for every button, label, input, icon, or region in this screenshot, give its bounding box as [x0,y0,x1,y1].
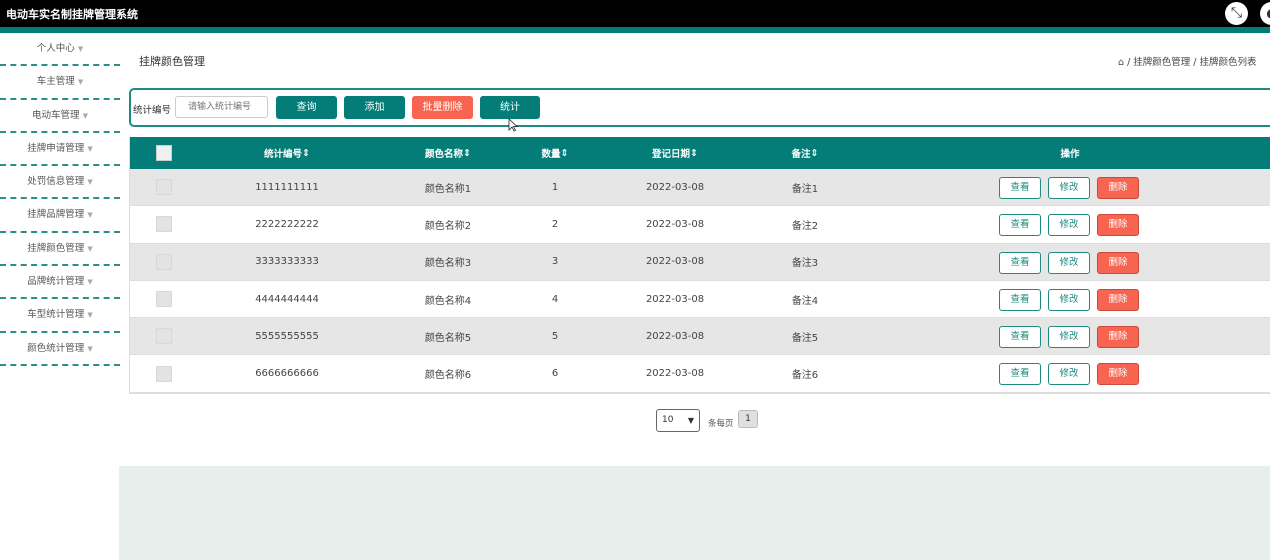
header-accent-strip [0,27,1270,33]
edit-button[interactable]: 修改 [1048,288,1090,311]
row-checkbox[interactable] [156,365,172,382]
add-button[interactable]: 添加 [344,96,405,119]
table-row: 3333333333 颜色名称3 3 2022-03-08 备注3 查看 修改 … [130,243,1270,281]
view-button[interactable]: 查看 [999,363,1041,386]
delete-button[interactable]: 删除 [1097,288,1139,311]
chevron-down-icon: ▼ [77,45,84,53]
chevron-down-icon: ▼ [87,144,93,153]
data-table: 统计编号 ⇕ 颜色名称 ⇕ 数量 ⇕ 登记日期 ⇕ 备注 ⇕ 操作 1111111111 … [129,137,1270,394]
edit-button[interactable]: 修改 [1048,214,1090,237]
delete-button[interactable]: 删除 [1097,177,1139,199]
chevron-down-icon: ▼ [87,344,93,353]
batch-delete-button[interactable]: 批量删除 [412,96,473,119]
edit-button[interactable]: 修改 [1048,363,1090,386]
view-button[interactable]: 查看 [999,251,1041,274]
row-checkbox[interactable] [156,328,172,345]
chevron-down-icon: ▼ [82,111,88,120]
breadcrumb-path: / 挂牌颜色管理 / 挂牌颜色列表 [1127,57,1257,68]
chevron-down-icon: ▼ [87,211,93,220]
page-title: 挂牌颜色管理 [139,55,205,68]
sort-icon: ⇕ [560,147,569,159]
chevron-down-icon: ▼ [87,311,93,320]
sidebar-item-plate-brands[interactable]: 挂牌品牌管理 ▼ [0,199,120,233]
delete-button[interactable]: 删除 [1097,214,1139,237]
sidebar-item-plate-applications[interactable]: 挂牌申请管理 ▼ [0,133,120,167]
search-input[interactable] [175,96,268,118]
select-all-checkbox[interactable] [156,145,172,161]
sidebar: 个人中心 ▼ 车主管理 ▼ 电动车管理 ▼ 挂牌申请管理 ▼ 处罚信息管理 ▼ 挂牌品牌管… [0,33,120,366]
column-header-id[interactable]: 统计编号 ⇕ [237,137,337,169]
sidebar-item-color-stats[interactable]: 颜色统计管理 ▼ [0,333,120,366]
table-row: 2222222222 颜色名称2 2 2022-03-08 备注2 查看 修改 … [130,206,1270,244]
row-checkbox[interactable] [156,253,172,270]
sidebar-item-owners[interactable]: 车主管理 ▼ [0,66,120,100]
sort-icon: ⇕ [463,147,471,159]
table-row: 4444444444 颜色名称4 4 2022-03-08 备注4 查看 修改 … [130,280,1270,319]
edit-button[interactable]: 修改 [1048,251,1090,274]
user-icon[interactable]: ● [1260,2,1270,25]
delete-button[interactable]: 删除 [1097,326,1139,349]
table-header: 统计编号 ⇕ 颜色名称 ⇕ 数量 ⇕ 登记日期 ⇕ 备注 ⇕ 操作 [130,137,1270,169]
view-button[interactable]: 查看 [999,214,1041,237]
chevron-down-icon: ▼ [87,278,93,287]
query-button[interactable]: 查询 [276,96,337,119]
column-header-date[interactable]: 登记日期 ⇕ [625,137,725,169]
view-button[interactable]: 查看 [999,288,1041,311]
delete-button[interactable]: 删除 [1097,363,1139,386]
chevron-down-icon: ▼ [77,78,84,87]
edit-button[interactable]: 修改 [1048,177,1090,199]
chevron-down-icon: ▼ [87,178,93,187]
sidebar-item-profile[interactable]: 个人中心 ▼ [0,33,120,67]
row-checkbox[interactable] [156,179,172,196]
mouse-cursor-icon [508,118,518,132]
sort-icon: ⇕ [302,147,310,159]
sidebar-item-model-stats[interactable]: 车型统计管理 ▼ [0,299,120,333]
column-header-note[interactable]: 备注 ⇕ [755,137,855,169]
chevron-down-icon: ▼ [87,244,93,253]
chevron-down-icon: ▼ [687,416,694,425]
per-page-label: 条每页 [708,419,734,429]
top-bar: 电动车实名制挂牌管理系统 ⤡ ● [0,0,1270,27]
edit-button[interactable]: 修改 [1048,326,1090,349]
stats-button[interactable]: 统计 [480,96,540,119]
sort-icon: ⇕ [810,147,819,159]
page-number-button[interactable]: 1 [738,410,758,428]
search-label: 统计编号 [133,105,172,116]
column-header-color[interactable]: 颜色名称 ⇕ [398,137,498,169]
view-button[interactable]: 查看 [999,177,1041,199]
column-header-qty[interactable]: 数量 ⇕ [505,137,605,169]
table-row: 5555555555 颜色名称5 5 2022-03-08 备注5 查看 修改 … [130,318,1270,356]
row-checkbox[interactable] [156,216,172,233]
row-checkbox[interactable] [156,291,172,308]
column-header-actions: 操作 [1060,149,1080,160]
home-icon[interactable]: ⌂ [1118,57,1124,68]
sidebar-item-penalties[interactable]: 处罚信息管理 ▼ [0,166,120,200]
collapse-arrows-icon[interactable]: ⤡ [1225,2,1248,25]
app-title: 电动车实名制挂牌管理系统 [6,8,138,21]
page-size-select[interactable]: 10 ▼ [656,409,700,432]
content-footer-area [119,466,1270,560]
sidebar-item-brand-stats[interactable]: 品牌统计管理 ▼ [0,266,120,300]
view-button[interactable]: 查看 [999,326,1041,349]
sort-icon: ⇕ [690,147,698,159]
table-row: 6666666666 颜色名称6 6 2022-03-08 备注6 查看 修改 … [130,355,1270,393]
sidebar-item-ebikes[interactable]: 电动车管理 ▼ [0,100,120,133]
sidebar-item-plate-colors[interactable]: 挂牌颜色管理 ▼ [0,233,120,267]
breadcrumb: ⌂ / 挂牌颜色管理 / 挂牌颜色列表 [1118,54,1257,68]
delete-button[interactable]: 删除 [1097,251,1139,274]
table-row: 1111111111 颜色名称1 1 2022-03-08 备注1 查看 修改 … [130,169,1270,207]
